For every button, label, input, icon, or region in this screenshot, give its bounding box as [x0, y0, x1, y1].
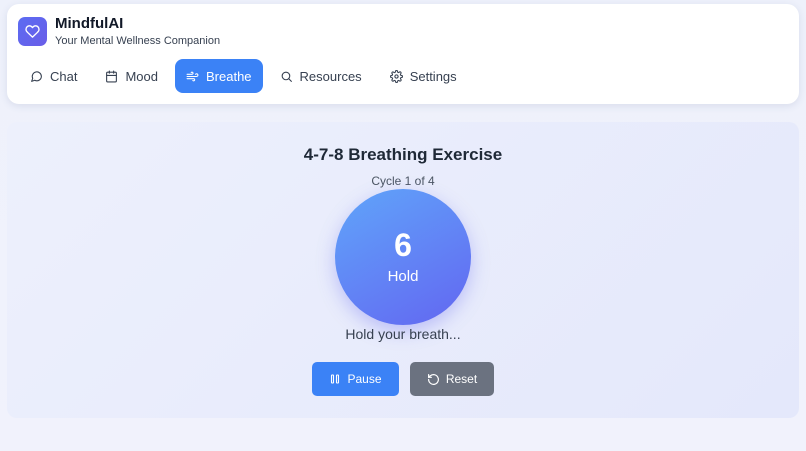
heart-icon	[25, 25, 40, 38]
exercise-title: 4-7-8 Breathing Exercise	[303, 145, 503, 164]
app-tagline: Your Mental Wellness Companion	[55, 35, 221, 47]
app-header: MindfulAI Your Mental Wellness Companion…	[7, 4, 799, 104]
nav-tab-label: Breathe	[206, 68, 252, 84]
nav-tab-label: Chat	[50, 68, 78, 84]
pause-button-label: Pause	[347, 372, 382, 386]
nav-tab-label: Resources	[299, 68, 362, 84]
breath-phase-label: Hold	[387, 268, 419, 285]
breath-instruction: Hold your breath...	[345, 326, 461, 342]
gear-icon	[389, 69, 403, 83]
wind-icon	[186, 71, 199, 81]
main-nav: Chat Mood Breathe Resources Settings	[19, 59, 474, 93]
calendar-icon	[106, 70, 118, 82]
nav-tab-label: Settings	[409, 68, 457, 84]
nav-tab-resources[interactable]: Resources	[269, 59, 373, 93]
breathing-circle: 6 Hold	[335, 189, 471, 325]
nav-tab-chat[interactable]: Chat	[19, 59, 88, 93]
nav-tab-label: Mood	[125, 68, 158, 84]
nav-tab-settings[interactable]: Settings	[379, 59, 468, 93]
reset-icon	[427, 373, 439, 385]
chat-icon	[31, 70, 42, 82]
reset-button-label: Reset	[445, 372, 478, 386]
reset-button[interactable]: Reset	[410, 362, 494, 396]
nav-tab-breathe[interactable]: Breathe	[175, 59, 263, 93]
app-logo	[18, 17, 47, 46]
countdown-number: 6	[394, 227, 412, 263]
pause-button[interactable]: Pause	[312, 362, 399, 396]
pause-icon	[331, 374, 340, 384]
cycle-counter: Cycle 1 of 4	[371, 174, 435, 188]
nav-tab-mood[interactable]: Mood	[94, 59, 169, 93]
search-icon	[281, 71, 292, 82]
app-name: MindfulAI	[55, 15, 124, 32]
